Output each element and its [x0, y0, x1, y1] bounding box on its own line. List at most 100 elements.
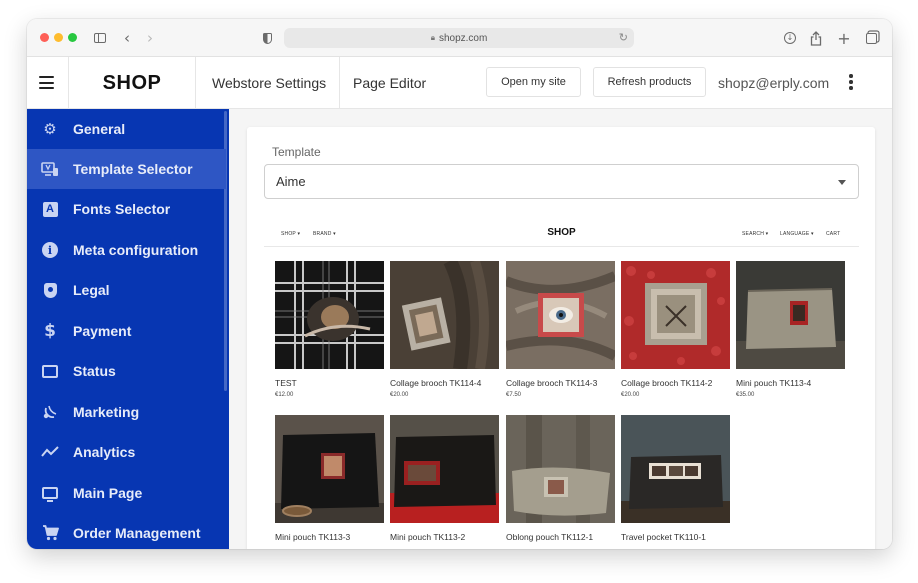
- sidebar-item-label: Template Selector: [73, 161, 193, 177]
- monitor-icon: [27, 487, 73, 502]
- product-card[interactable]: Mini pouch TK113-3: [275, 415, 384, 542]
- product-price: €20.00: [621, 392, 640, 398]
- cart-icon: [27, 525, 73, 541]
- product-card[interactable]: Collage brooch TK114-2 €20.00: [621, 261, 730, 398]
- product-name: Mini pouch TK113-4: [736, 378, 812, 388]
- sidebar-item-label: Fonts Selector: [73, 201, 171, 217]
- info-icon: i: [27, 242, 73, 258]
- logo-container[interactable]: SHOP: [68, 57, 196, 109]
- sidebar-item-label: Payment: [73, 323, 132, 339]
- preview-nav-search[interactable]: SEARCH ▾: [742, 231, 768, 237]
- template-label: Template: [272, 145, 321, 159]
- sidebar-item-label: Meta configuration: [73, 242, 199, 258]
- minimize-window-button[interactable]: [54, 33, 63, 42]
- trend-icon: [27, 446, 73, 458]
- open-my-site-button[interactable]: Open my site: [486, 67, 581, 97]
- sidebar-item-label: Status: [73, 363, 116, 379]
- product-name: TEST: [275, 378, 297, 388]
- caret-down-icon: [838, 180, 846, 185]
- nav-divider: [339, 57, 340, 109]
- product-image: [506, 415, 615, 523]
- product-price: €7.50: [506, 392, 522, 398]
- sidebar-item-payment[interactable]: $ Payment: [27, 311, 226, 351]
- product-name: Oblong pouch TK112-1: [506, 532, 594, 542]
- download-icon[interactable]: ↓: [783, 29, 797, 47]
- address-bar[interactable]: 🔒︎ shopz.com ↻: [284, 28, 634, 48]
- sidebar-item-analytics[interactable]: Analytics: [27, 432, 226, 472]
- product-name: Collage brooch TK114-2: [621, 378, 713, 388]
- refresh-products-button[interactable]: Refresh products: [593, 67, 706, 97]
- sidebar-item-fonts-selector[interactable]: A Fonts Selector: [27, 189, 226, 229]
- broadcast-icon: [27, 404, 73, 420]
- sidebar-toggle-icon[interactable]: [93, 29, 107, 47]
- sidebar-item-legal[interactable]: Legal: [27, 270, 226, 310]
- menu-icon[interactable]: [39, 76, 54, 89]
- sidebar-item-label: Analytics: [73, 444, 136, 460]
- template-select-value: Aime: [276, 174, 306, 189]
- more-options-icon[interactable]: [846, 74, 856, 92]
- privacy-shield-icon[interactable]: [261, 29, 273, 47]
- product-image: [275, 415, 384, 523]
- shield-icon: [27, 282, 73, 298]
- sidebar-item-marketing[interactable]: Marketing: [27, 392, 226, 432]
- sidebar-item-label: Marketing: [73, 404, 140, 420]
- product-price: €35.00: [736, 392, 755, 398]
- new-tab-icon[interactable]: +: [837, 29, 851, 48]
- product-card[interactable]: Collage brooch TK114-4 €20.00: [390, 261, 499, 398]
- sidebar-item-general[interactable]: ⚙ General: [27, 109, 226, 149]
- forward-arrow-icon[interactable]: ›: [144, 29, 156, 47]
- product-name: Travel pocket TK110-1: [621, 532, 706, 542]
- nav-webstore-settings[interactable]: Webstore Settings: [212, 57, 326, 109]
- product-image: [390, 415, 499, 523]
- sidebar-item-label: Order Management: [73, 525, 201, 541]
- product-name: Mini pouch TK113-2: [390, 532, 466, 542]
- zoom-window-button[interactable]: [68, 33, 77, 42]
- sidebar-item-template-selector[interactable]: Template Selector: [27, 149, 226, 189]
- sidebar-item-main-page[interactable]: Main Page: [27, 473, 226, 513]
- lock-icon: 🔒︎: [430, 33, 435, 42]
- product-price: €20.00: [390, 392, 409, 398]
- template-icon: [27, 161, 73, 177]
- product-image: [621, 415, 730, 523]
- user-email[interactable]: shopz@erply.com: [718, 57, 829, 109]
- sidebar-item-order-management[interactable]: Order Management: [27, 513, 226, 549]
- shop-logo: SHOP: [102, 71, 162, 94]
- product-image: [275, 261, 384, 369]
- product-card[interactable]: Mini pouch TK113-4 €35.00: [736, 261, 845, 398]
- sidebar-item-label: Main Page: [73, 485, 143, 501]
- product-image: [390, 261, 499, 369]
- product-card[interactable]: Mini pouch TK113-2: [390, 415, 499, 542]
- app-header: SHOP Webstore Settings Page Editor Open …: [27, 57, 892, 109]
- preview-nav-cart[interactable]: CART: [826, 231, 840, 237]
- gear-icon: ⚙: [43, 120, 57, 138]
- preview-nav-language[interactable]: LANGUAGE ▾: [780, 231, 814, 237]
- product-name: Collage brooch TK114-3: [506, 378, 598, 388]
- share-icon[interactable]: [809, 29, 823, 47]
- browser-window: ‹ › 🔒︎ shopz.com ↻ ↓ + SHOP Webstore Set…: [27, 19, 892, 549]
- product-card[interactable]: Travel pocket TK110-1: [621, 415, 730, 542]
- template-select[interactable]: Aime: [264, 164, 859, 199]
- product-card[interactable]: Oblong pouch TK112-1: [506, 415, 615, 542]
- product-image: [506, 261, 615, 369]
- nav-page-editor[interactable]: Page Editor: [353, 57, 426, 109]
- product-card[interactable]: Collage brooch TK114-3 €7.50: [506, 261, 615, 398]
- template-card: Template Aime SHOP ▾ BRAND ▾ SHOP SEARCH…: [247, 127, 875, 549]
- sidebar-item-meta-configuration[interactable]: i Meta configuration: [27, 230, 226, 270]
- sidebar: ⚙ General Template Selector A Fonts Sele…: [27, 109, 229, 549]
- font-icon: A: [27, 201, 73, 217]
- product-name: Mini pouch TK113-3: [275, 532, 351, 542]
- preview-logo[interactable]: SHOP: [264, 227, 859, 238]
- product-card[interactable]: TEST €12.00: [275, 261, 384, 398]
- product-name: Collage brooch TK114-4: [390, 378, 482, 388]
- close-window-button[interactable]: [40, 33, 49, 42]
- sidebar-item-label: Legal: [73, 282, 110, 298]
- chat-icon: [27, 364, 73, 378]
- sidebar-item-status[interactable]: Status: [27, 351, 226, 391]
- tab-overview-icon[interactable]: [864, 29, 878, 47]
- dollar-icon: $: [44, 321, 56, 341]
- url-text: shopz.com: [438, 32, 488, 44]
- product-image: [621, 261, 730, 369]
- sidebar-item-label: General: [73, 121, 126, 137]
- back-arrow-icon[interactable]: ‹: [121, 29, 133, 47]
- reload-icon[interactable]: ↻: [619, 31, 628, 44]
